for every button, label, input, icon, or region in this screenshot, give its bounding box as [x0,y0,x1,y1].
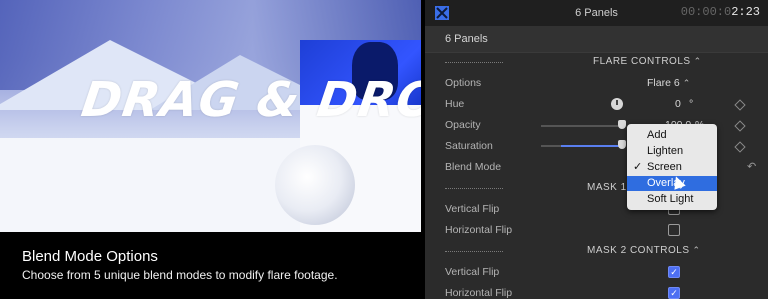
inspector-topbar: 6 Panels 00:00:02:23 [425,0,768,26]
reset-icon[interactable]: ↶ [747,160,756,173]
hue-label: Hue [445,98,465,110]
saturation-label: Saturation [445,140,493,152]
timecode-bright: 2:23 [731,5,760,19]
caption-area [0,232,421,299]
hue-unit: ° [689,98,694,110]
menu-item-soft-light[interactable]: Soft Light [627,192,717,207]
mask2-vertical-flip-label: Vertical Flip [445,266,500,278]
effect-name: 6 Panels [445,33,488,45]
checkmark-icon: ✓ [633,161,643,173]
menu-item-label: Lighten [647,145,684,157]
mask2-vertical-flip-checkbox[interactable]: ✓ [668,266,680,278]
options-value: Flare 6 [647,77,680,89]
hue-dial[interactable] [611,98,623,110]
menu-item-label: Add [647,129,667,141]
blend-mode-label: Blend Mode [445,161,502,173]
opacity-slider-knob[interactable] [618,120,626,129]
keyframe-icon[interactable] [734,120,746,132]
flare-controls-label: FLARE CONTROLS [593,56,691,67]
saturation-slider-fill [561,145,619,147]
caption-subtitle: Choose from 5 unique blend modes to modi… [22,268,338,282]
mask1-vertical-flip-label: Vertical Flip [445,203,500,215]
divider [445,62,503,63]
caption-title: Blend Mode Options [22,248,158,265]
opacity-label: Opacity [445,119,481,131]
mask2-horizontal-flip-label: Horizontal Flip [445,287,513,299]
menu-item-label: Screen [647,161,682,173]
options-label: Options [445,77,482,89]
chevron-updown-icon: ⌃ [693,56,702,66]
chevron-updown-icon: ⌃ [682,78,691,88]
overlay-title: DRAG & DROP [78,72,421,128]
opacity-slider[interactable] [541,125,621,127]
menu-item-label: Soft Light [647,193,694,205]
options-popup[interactable]: Flare 6 ⌃ [647,77,690,89]
hue-value[interactable]: 0 [675,98,681,110]
menu-item-lighten[interactable]: Lighten [627,144,717,159]
mask2-controls-label: MASK 2 CONTROLS [587,245,690,256]
snow-tree [275,145,355,225]
mask2-horizontal-flip-checkbox[interactable]: ✓ [668,287,680,299]
timecode-dim: 00:00:0 [680,5,732,19]
keyframe-icon[interactable] [734,141,746,153]
mask2-controls-heading[interactable]: MASK 2 CONTROLS ⌃ [587,245,701,256]
chevron-updown-icon: ⌃ [692,245,701,255]
divider [445,188,503,189]
keyframe-icon[interactable] [734,99,746,111]
timecode: 00:00:02:23 [681,5,760,19]
menu-item-add[interactable]: Add [627,128,717,143]
saturation-slider-knob[interactable] [618,140,626,149]
mask1-horizontal-flip-label: Horizontal Flip [445,224,513,236]
flare-controls-heading[interactable]: FLARE CONTROLS ⌃ [593,56,702,67]
video-preview: DRAG & DROP [0,0,421,232]
divider [445,251,503,252]
menu-item-screen[interactable]: ✓ Screen [627,160,717,175]
blend-mode-menu: Add Lighten ✓ Screen Overlay Soft Light [627,124,717,210]
mask1-horizontal-flip-checkbox[interactable] [668,224,680,236]
